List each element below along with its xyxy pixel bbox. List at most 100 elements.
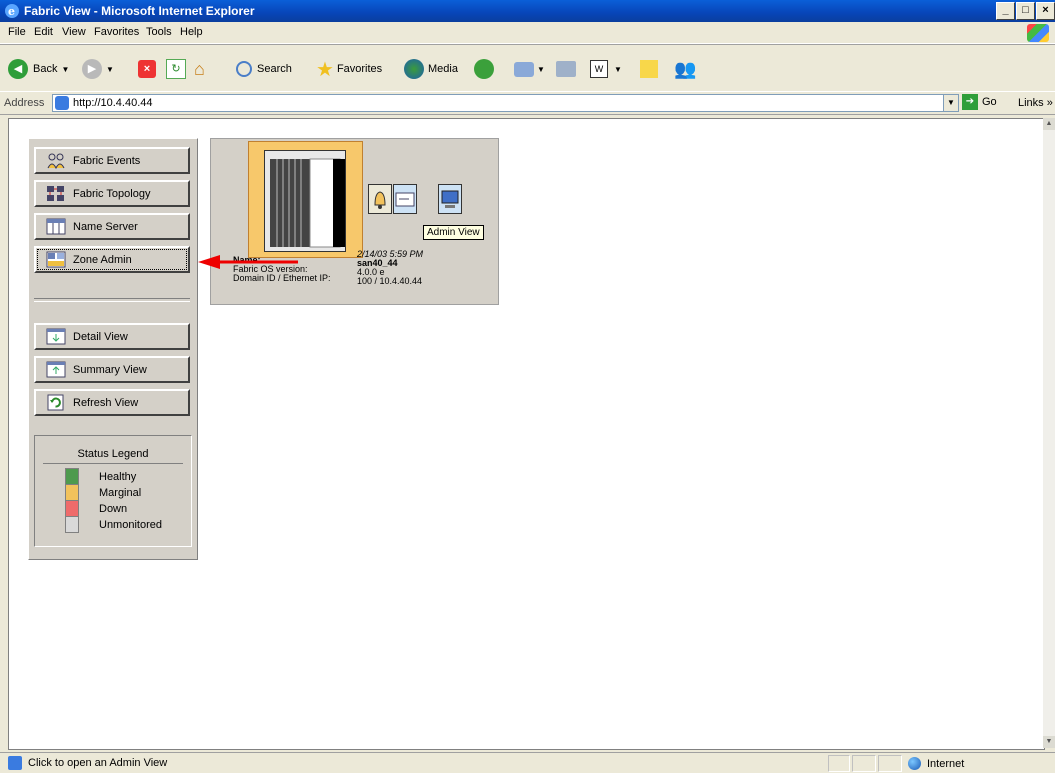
go-label: Go — [982, 96, 997, 108]
switch-status-frame[interactable] — [248, 141, 363, 258]
minimize-button[interactable]: _ — [996, 2, 1015, 20]
security-zone: Internet — [908, 757, 964, 770]
history-button[interactable] — [474, 57, 494, 81]
page-icon — [55, 96, 69, 110]
chevron-down-icon: ▼ — [614, 64, 622, 74]
status-text: Click to open an Admin View — [28, 757, 168, 769]
ie-logo-icon: e — [5, 4, 19, 18]
summary-view-icon — [46, 361, 66, 378]
legend-label: Healthy — [99, 470, 137, 483]
admin-view-button[interactable] — [438, 184, 462, 214]
folder-icon — [395, 192, 415, 207]
refresh-button[interactable]: ↻ — [166, 57, 186, 81]
unmonitored-swatch — [65, 516, 79, 533]
media-icon — [404, 59, 424, 79]
vertical-scrollbar[interactable]: ▲ ▼ — [1043, 118, 1055, 748]
favorites-button[interactable]: ★ Favorites — [316, 57, 382, 81]
fabric-left-panel: Fabric Events Fabric Topology Name Serve… — [28, 138, 198, 560]
address-url: http://10.4.40.44 — [73, 97, 153, 109]
zone-admin-button[interactable]: Zone Admin — [34, 246, 190, 273]
chevron-down-icon: ▼ — [61, 64, 70, 74]
fabric-events-button[interactable]: Fabric Events — [34, 147, 190, 174]
monitor-icon — [441, 190, 459, 208]
legend-label: Marginal — [99, 486, 142, 499]
menu-file[interactable]: File — [8, 26, 26, 38]
summary-view-button[interactable]: Summary View — [34, 356, 190, 383]
go-button[interactable]: ➔ Go — [962, 94, 997, 110]
back-button[interactable]: ◀ Back ▼ — [8, 57, 69, 81]
down-swatch — [65, 500, 79, 517]
detail-view-icon — [46, 328, 66, 345]
forward-arrow-icon: ▶ — [82, 59, 102, 79]
fabric-events-icon — [47, 153, 65, 169]
scroll-down-icon[interactable]: ▼ — [1043, 736, 1055, 748]
maximize-button[interactable]: □ — [1016, 2, 1035, 20]
window-title-bar[interactable]: e Fabric View - Microsoft Internet Explo… — [0, 0, 1055, 22]
forward-button[interactable]: ▶ ▼ — [82, 57, 114, 81]
menu-tools[interactable]: Tools — [146, 26, 172, 38]
home-icon: ⌂ — [194, 58, 205, 79]
links-button[interactable]: Links » — [1018, 97, 1053, 109]
status-bar: Click to open an Admin View Internet — [0, 752, 1055, 773]
menu-edit[interactable]: Edit — [34, 26, 53, 38]
red-arrow-icon — [198, 255, 298, 269]
search-button[interactable]: Search — [236, 57, 292, 81]
menu-help[interactable]: Help — [180, 26, 203, 38]
messenger-button[interactable]: 👥 — [674, 57, 696, 81]
chevron-down-icon: ▼ — [537, 64, 545, 74]
search-icon — [236, 61, 252, 77]
note-icon — [640, 60, 658, 78]
globe-icon — [908, 757, 921, 770]
menu-view[interactable]: View — [62, 26, 86, 38]
legend-item-down: Down — [65, 500, 127, 517]
refresh-view-label: Refresh View — [73, 396, 139, 409]
search-label: Search — [257, 63, 292, 75]
name-server-icon — [46, 218, 66, 235]
stop-button[interactable]: × — [138, 57, 156, 81]
address-input[interactable]: http://10.4.40.44 ▼ — [52, 94, 959, 112]
detail-view-label: Detail View — [73, 330, 128, 343]
bell-button[interactable] — [368, 184, 392, 214]
mail-button[interactable]: ▼ — [514, 57, 545, 81]
menu-bar: File Edit View Favorites Tools Help — [0, 22, 1055, 44]
back-label: Back — [33, 63, 58, 75]
legend-divider — [43, 463, 183, 464]
info-label-domain: Domain ID / Ethernet IP: — [233, 273, 331, 283]
svg-text:e: e — [8, 5, 15, 18]
name-server-label: Name Server — [73, 220, 138, 233]
status-legend-title: Status Legend — [77, 448, 149, 460]
name-server-button[interactable]: Name Server — [34, 213, 190, 240]
edit-button[interactable]: W ▼ — [590, 57, 622, 81]
panel-divider — [34, 298, 190, 302]
stop-icon: × — [138, 60, 156, 78]
print-button[interactable] — [556, 57, 576, 81]
zone-label: Internet — [927, 757, 965, 770]
discuss-button[interactable] — [640, 57, 658, 81]
legend-label: Down — [99, 502, 128, 515]
refresh-view-button[interactable]: Refresh View — [34, 389, 190, 416]
scroll-up-icon[interactable]: ▲ — [1043, 118, 1055, 130]
legend-item-unmonitored: Unmonitored — [65, 516, 162, 533]
fabric-topology-button[interactable]: Fabric Topology — [34, 180, 190, 207]
legend-item-marginal: Marginal — [65, 484, 141, 501]
menu-favorites[interactable]: Favorites — [94, 26, 139, 38]
status-cell — [852, 755, 876, 772]
printer-icon — [556, 61, 576, 77]
folder-button[interactable] — [393, 184, 417, 214]
detail-view-button[interactable]: Detail View — [34, 323, 190, 350]
mail-icon — [514, 61, 534, 77]
summary-view-label: Summary View — [73, 363, 147, 376]
zone-admin-icon — [46, 251, 66, 268]
links-label: Links — [1018, 97, 1044, 109]
word-icon: W — [590, 60, 608, 78]
favorites-label: Favorites — [336, 63, 383, 75]
home-button[interactable]: ⌂ — [194, 57, 205, 81]
history-icon — [474, 59, 494, 79]
star-icon: ★ — [316, 58, 334, 81]
address-dropdown-icon[interactable]: ▼ — [943, 95, 958, 111]
switch-chassis-icon — [264, 150, 346, 252]
media-label: Media — [428, 63, 458, 75]
page-status-icon — [8, 756, 22, 770]
close-button[interactable]: × — [1036, 2, 1055, 20]
media-button[interactable]: Media — [404, 57, 458, 81]
